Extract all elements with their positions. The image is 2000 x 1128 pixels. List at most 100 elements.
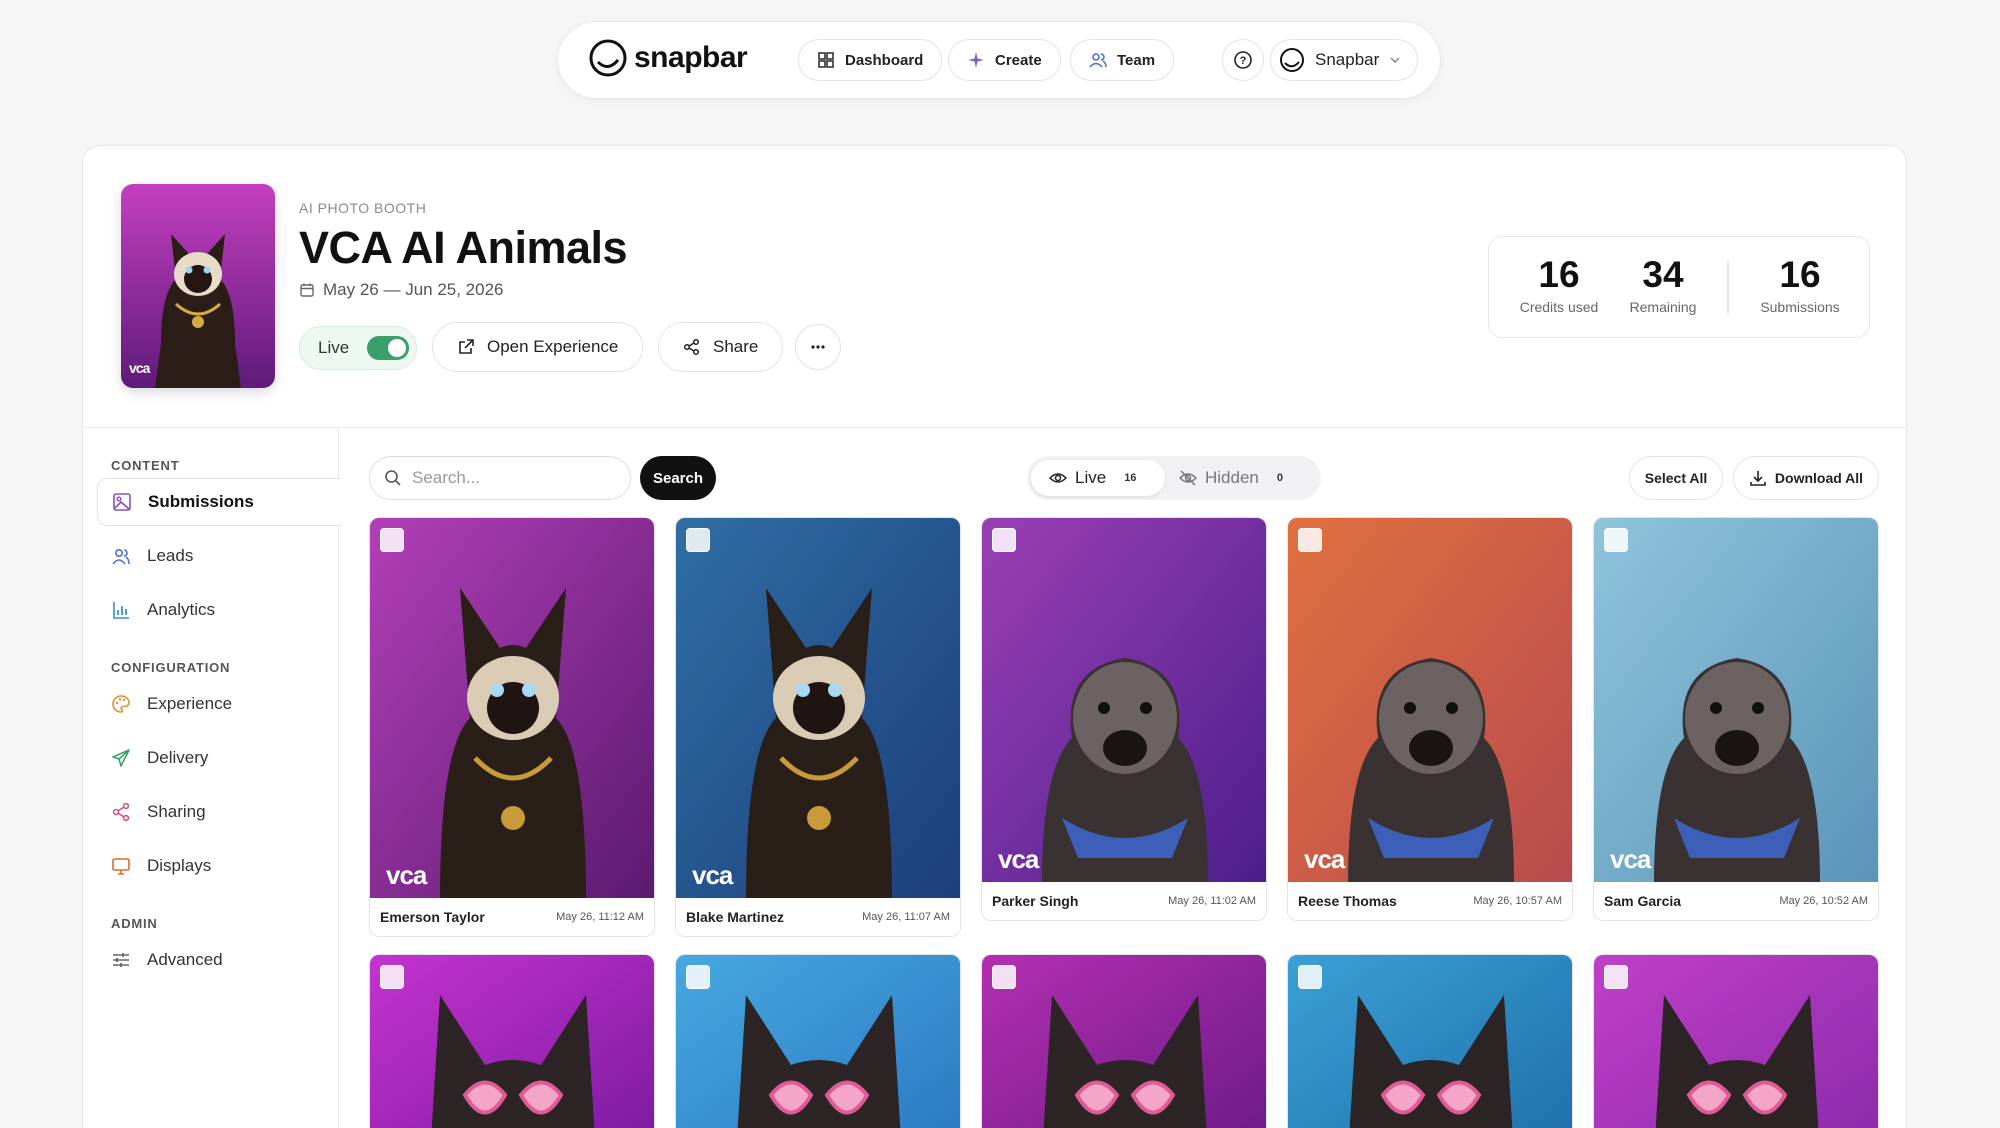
snapbar-logo[interactable]: snapbar: [588, 38, 748, 78]
nav-team-button[interactable]: Team: [1070, 39, 1175, 81]
submission-name: Reese Thomas: [1298, 893, 1397, 909]
search-input[interactable]: Search...: [369, 456, 631, 500]
submission-tile[interactable]: vca Sam Garcia May 26, 10:52 AM: [1593, 517, 1879, 921]
submission-tile[interactable]: [1593, 954, 1879, 1128]
visibility-filter: Live 16 Hidden 0: [1027, 456, 1321, 500]
nav-create-label: Create: [995, 51, 1042, 69]
stat-value: 16: [1779, 254, 1821, 295]
sidebar-item-label: Sharing: [147, 802, 206, 821]
snapbar-logo-icon: [589, 39, 627, 77]
eye-icon: [1049, 473, 1067, 483]
select-checkbox[interactable]: [686, 965, 710, 989]
account-name: Snapbar: [1315, 50, 1380, 69]
select-checkbox[interactable]: [380, 965, 404, 989]
vca-logo: vca: [998, 844, 1039, 874]
submission-image[interactable]: [982, 955, 1266, 1128]
vca-logo: vca: [1610, 844, 1651, 874]
submission-date: May 26, 11:07 AM: [862, 911, 950, 923]
nav-dashboard-button[interactable]: Dashboard: [798, 39, 943, 81]
section-label-content: CONTENT: [111, 458, 180, 473]
search-button[interactable]: Search: [640, 456, 716, 500]
submission-date: May 26, 10:52 AM: [1779, 895, 1868, 907]
select-checkbox[interactable]: [380, 528, 404, 552]
nav-create-button[interactable]: Create: [948, 39, 1061, 81]
submission-image[interactable]: [1288, 955, 1572, 1128]
experience-header: vca AI PHOTO BOOTH VCA AI Animals May 26…: [83, 146, 1906, 428]
select-checkbox[interactable]: [992, 528, 1016, 552]
select-checkbox[interactable]: [1604, 965, 1628, 989]
submission-image[interactable]: [676, 518, 960, 905]
submission-image[interactable]: [370, 955, 654, 1128]
submission-image[interactable]: [676, 955, 960, 1128]
external-link-icon: [459, 339, 474, 354]
submission-image[interactable]: [370, 518, 654, 905]
submission-caption: Parker Singh May 26, 11:02 AM: [982, 882, 1266, 920]
experience-card: vca AI PHOTO BOOTH VCA AI Animals May 26…: [82, 145, 1907, 1128]
chevron-down-icon: [1390, 57, 1400, 64]
tab-live[interactable]: Live 16: [1031, 460, 1165, 496]
stat-submissions: 16 Submissions: [1745, 254, 1855, 316]
more-horizontal-icon: [811, 345, 825, 349]
sidebar-item-experience[interactable]: Experience: [97, 680, 341, 728]
sidebar-item-analytics[interactable]: Analytics: [97, 586, 341, 634]
select-checkbox[interactable]: [1298, 965, 1322, 989]
tab-live-label: Live: [1075, 468, 1107, 487]
sidebar-item-label: Leads: [147, 546, 194, 565]
select-checkbox[interactable]: [1604, 528, 1628, 552]
sidebar-item-displays[interactable]: Displays: [97, 842, 341, 890]
vca-logo: vca: [386, 860, 427, 890]
sidebar-item-leads[interactable]: Leads: [97, 532, 341, 580]
live-toggle[interactable]: Live: [299, 326, 417, 370]
tab-hidden[interactable]: Hidden 0: [1179, 460, 1283, 496]
select-checkbox[interactable]: [992, 965, 1016, 989]
select-all-button[interactable]: Select All: [1629, 456, 1723, 500]
submission-image[interactable]: [1288, 518, 1572, 889]
open-experience-button[interactable]: Open Experience: [432, 322, 644, 372]
submission-tile[interactable]: [369, 954, 655, 1128]
download-all-button[interactable]: Download All: [1733, 456, 1879, 500]
nav-team-label: Team: [1117, 51, 1156, 69]
sidebar-item-submissions[interactable]: Submissions: [97, 478, 341, 526]
submission-caption: Sam Garcia May 26, 10:52 AM: [1594, 882, 1878, 920]
download-icon: [1750, 471, 1766, 486]
account-menu-button[interactable]: Snapbar: [1270, 39, 1419, 81]
submission-image[interactable]: [1594, 955, 1878, 1128]
users-icon: [1089, 53, 1107, 68]
help-button[interactable]: ?: [1222, 39, 1264, 81]
tab-live-count: 16: [1124, 472, 1137, 484]
stat-value: 34: [1642, 254, 1684, 295]
palette-icon: [112, 695, 130, 713]
submission-caption: Emerson Taylor May 26, 11:12 AM: [370, 898, 654, 936]
submission-date: May 26, 11:02 AM: [1168, 895, 1256, 907]
live-switch[interactable]: [367, 336, 410, 360]
sidebar-item-sharing[interactable]: Sharing: [97, 788, 341, 836]
more-options-button[interactable]: [795, 324, 841, 370]
search-placeholder: Search...: [412, 468, 481, 487]
submission-tile[interactable]: [675, 954, 961, 1128]
stats-panel: 16 Credits used 34 Remaining 16 Submissi…: [1488, 236, 1870, 338]
submission-tile[interactable]: [981, 954, 1267, 1128]
sidebar-item-label: Submissions: [148, 492, 254, 511]
help-circle-icon: ?: [1234, 51, 1252, 69]
sidebar: CONTENT Submissions Leads Analytics CONF…: [83, 428, 341, 1128]
submission-name: Blake Martinez: [686, 909, 785, 925]
submission-tile[interactable]: vca Blake Martinez May 26, 11:07 AM: [675, 517, 961, 937]
submission-name: Sam Garcia: [1604, 893, 1682, 909]
select-checkbox[interactable]: [686, 528, 710, 552]
share-button[interactable]: Share: [658, 322, 784, 372]
vca-logo: vca: [692, 860, 733, 890]
submission-image[interactable]: [1594, 518, 1878, 889]
sidebar-item-advanced[interactable]: Advanced: [97, 936, 341, 984]
eye-off-icon: [1179, 470, 1197, 486]
experience-dates: May 26 — Jun 25, 2026: [299, 280, 504, 300]
sidebar-item-delivery[interactable]: Delivery: [97, 734, 341, 782]
select-checkbox[interactable]: [1298, 528, 1322, 552]
sidebar-item-label: Delivery: [147, 748, 209, 767]
submission-tile[interactable]: vca Reese Thomas May 26, 10:57 AM: [1287, 517, 1573, 921]
submission-tile[interactable]: vca Parker Singh May 26, 11:02 AM: [981, 517, 1267, 921]
submission-tile[interactable]: [1287, 954, 1573, 1128]
submission-tile[interactable]: vca Emerson Taylor May 26, 11:12 AM: [369, 517, 655, 937]
nav-dashboard-label: Dashboard: [845, 51, 924, 69]
submission-image[interactable]: [982, 518, 1266, 889]
submission-name: Parker Singh: [992, 893, 1079, 909]
